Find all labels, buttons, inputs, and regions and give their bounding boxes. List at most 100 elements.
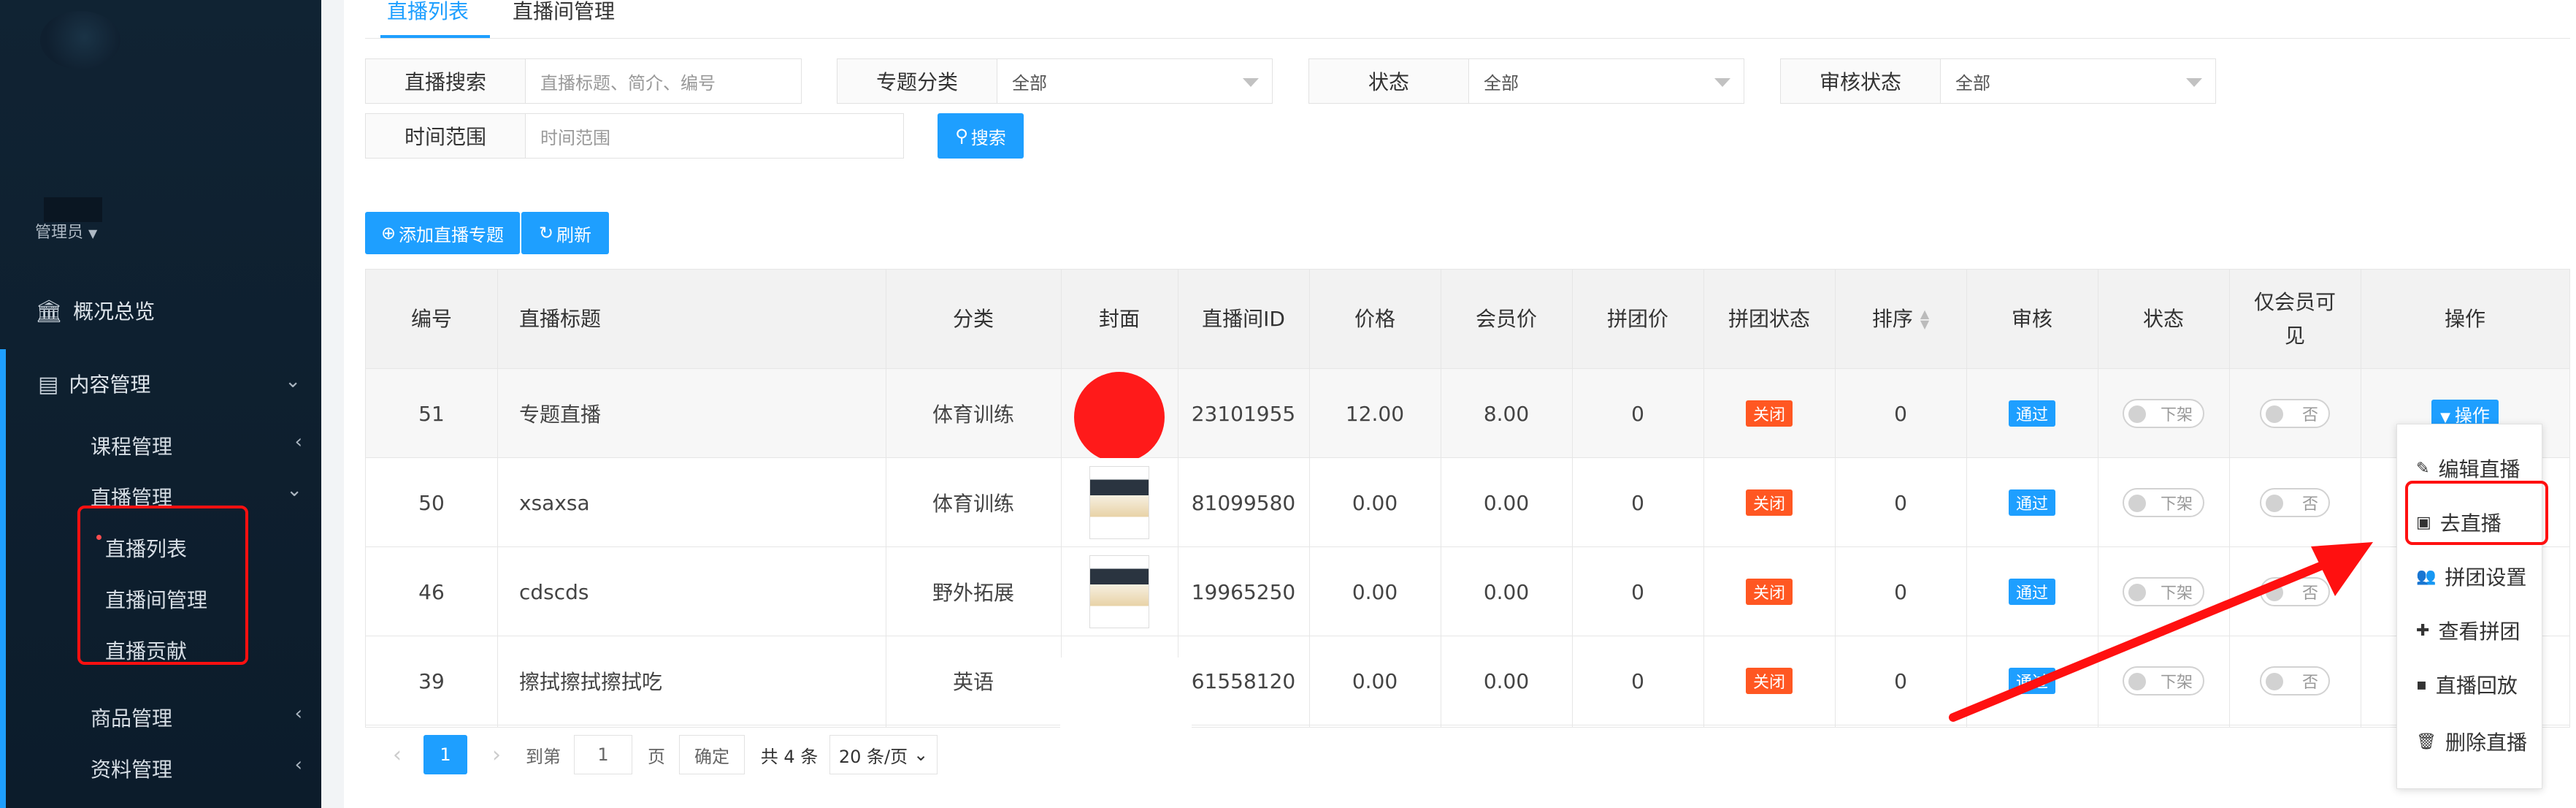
sidebar-item-label: 内容管理 xyxy=(69,373,151,397)
prev-page-button[interactable]: ‹ xyxy=(383,735,412,774)
user-name-redacted xyxy=(44,197,102,222)
col-header-status: 状态 xyxy=(2098,270,2229,369)
row-member-price: 0.00 xyxy=(1483,490,1530,515)
user-role-label: 管理员 xyxy=(35,224,84,242)
add-live-topic-label: 添加直播专题 xyxy=(399,224,505,245)
annotation-arrow-icon xyxy=(1949,542,2373,722)
row-group-price: 0 xyxy=(1631,490,1644,515)
col-header-cover: 封面 xyxy=(1061,270,1178,369)
sidebar-item-content[interactable]: ▤ 内容管理 ⌄ xyxy=(38,369,301,398)
status-toggle[interactable]: 下架 xyxy=(2123,399,2204,428)
row-group-price: 0 xyxy=(1631,579,1644,604)
col-header-audit: 审核 xyxy=(1966,270,2098,369)
goto-confirm-button[interactable]: 确定 xyxy=(679,735,745,774)
trash-icon: 🗑 xyxy=(2416,732,2437,751)
plus-circle-icon: ⊕ xyxy=(380,223,396,243)
toggle-knob xyxy=(2266,405,2283,423)
status-select[interactable]: 全部 xyxy=(1468,58,1744,104)
sidebar-item-overview[interactable]: 🏛 概况总览 xyxy=(35,296,155,325)
row-cover xyxy=(1061,369,1178,462)
bank-icon: 🏛 xyxy=(35,299,64,324)
add-live-topic-button[interactable]: ⊕ 添加直播专题 xyxy=(365,212,520,254)
search-button[interactable]: ⚲ 搜索 xyxy=(938,113,1024,159)
page-current[interactable]: 1 xyxy=(423,735,467,774)
menu-item-delete-live[interactable]: 🗑 删除直播 xyxy=(2397,715,2542,768)
refresh-button[interactable]: ↻ 刷新 xyxy=(521,212,609,254)
row-title: xsaxsa xyxy=(519,490,590,515)
chevron-down-icon: ⌄ xyxy=(286,479,302,501)
row-id: 46 xyxy=(418,579,445,604)
newspaper-icon: ▤ xyxy=(38,372,59,397)
menu-item-label: 拼团设置 xyxy=(2445,565,2527,590)
col-header-sort[interactable]: 排序 ▲ ▼ xyxy=(1835,270,1966,369)
sidebar-item-course[interactable]: 课程管理 ‹ xyxy=(91,431,302,460)
row-price: 0.00 xyxy=(1352,579,1398,604)
category-select[interactable]: 全部 xyxy=(997,58,1273,104)
sidebar-item-label: 资料管理 xyxy=(91,758,173,782)
tab-live-room[interactable]: 直播间管理 xyxy=(513,0,615,25)
caret-down-icon: ▼ xyxy=(88,226,98,240)
status-toggle[interactable]: 下架 xyxy=(2123,488,2204,517)
tab-live-list[interactable]: 直播列表 xyxy=(387,0,469,25)
col-header-id: 编号 xyxy=(366,270,497,369)
row-room-id: 81099580 xyxy=(1191,490,1296,515)
col-header-sort-label: 排序 xyxy=(1871,306,1913,331)
annotation-box xyxy=(2405,481,2548,545)
caret-down-icon xyxy=(1243,78,1259,87)
users-icon: 👥 xyxy=(2416,567,2437,586)
cover-thumbnail xyxy=(1089,466,1149,539)
actions-label: 操作 xyxy=(2454,405,2490,426)
row-id: 39 xyxy=(418,668,445,693)
next-page-button[interactable]: › xyxy=(482,735,511,774)
toggle-label: 下架 xyxy=(2160,495,2193,514)
time-label: 时间范围 xyxy=(365,113,526,159)
sidebar: 管理员 ▼ 🏛 概况总览 ▤ 内容管理 ⌄ 课程管理 ‹ 直播管理 ⌄ 直播列表 直… xyxy=(0,0,321,808)
refresh-label: 刷新 xyxy=(556,224,592,245)
chevron-left-icon: ‹ xyxy=(294,703,302,725)
row-category: 英语 xyxy=(952,670,994,694)
row-sort: 0 xyxy=(1894,401,1907,426)
archive-icon: ▪ xyxy=(2416,675,2427,694)
cover-redacted xyxy=(1074,372,1165,462)
audit-badge: 通过 xyxy=(2008,400,2055,427)
page-input[interactable]: 1 xyxy=(574,735,632,774)
chevron-down-icon: ⌄ xyxy=(913,744,929,765)
avatar[interactable] xyxy=(40,11,120,69)
sidebar-item-label: 概况总览 xyxy=(73,300,156,324)
refresh-icon: ↻ xyxy=(538,223,554,243)
row-group-status: 关闭 xyxy=(1703,458,1835,547)
menu-item-group-settings[interactable]: 👥 拼团设置 xyxy=(2397,550,2542,603)
row-id: 50 xyxy=(418,490,445,515)
toggle-knob xyxy=(2128,405,2146,423)
search-icon: ⚲ xyxy=(955,126,968,146)
toggle-label: 否 xyxy=(2301,406,2318,424)
user-role-menu[interactable]: 管理员 ▼ xyxy=(35,219,97,243)
time-range-input[interactable]: 时间范围 xyxy=(525,113,904,159)
row-member-price: 8.00 xyxy=(1483,401,1530,426)
search-button-label: 搜索 xyxy=(970,127,1006,148)
audit-select-value: 全部 xyxy=(1955,72,1990,94)
search-input[interactable]: 直播标题、简介、编号 xyxy=(525,58,802,104)
col-header-member-only: 仅会员可见 xyxy=(2229,270,2361,369)
row-category: 体育训练 xyxy=(932,403,1014,427)
row-cover xyxy=(1061,547,1178,636)
sidebar-item-resource[interactable]: 资料管理 ‹ xyxy=(91,754,302,783)
goto-label: 到第 xyxy=(526,746,561,767)
menu-item-view-group[interactable]: ✚ 查看拼团 xyxy=(2397,604,2542,657)
audit-select[interactable]: 全部 xyxy=(1940,58,2216,104)
row-audit: 通过 xyxy=(1966,369,2098,458)
row-group-price: 0 xyxy=(1631,668,1644,693)
caret-down-icon xyxy=(2186,78,2202,87)
row-price: 12.00 xyxy=(1345,401,1405,426)
member-only-toggle[interactable]: 否 xyxy=(2260,399,2330,428)
menu-item-label: 直播回放 xyxy=(2435,674,2518,698)
row-id: 51 xyxy=(418,401,445,426)
toggle-label: 下架 xyxy=(2160,406,2193,424)
menu-item-playback[interactable]: ▪ 直播回放 xyxy=(2397,658,2542,711)
toggle-label: 否 xyxy=(2301,495,2318,514)
member-only-toggle[interactable]: 否 xyxy=(2260,488,2330,517)
col-header-group-status: 拼团状态 xyxy=(1703,270,1835,369)
group-status-badge: 关闭 xyxy=(1745,579,1793,605)
sidebar-item-goods[interactable]: 商品管理 ‹ xyxy=(91,703,302,732)
page-size-select[interactable]: 20 条/页 ⌄ xyxy=(829,735,938,774)
